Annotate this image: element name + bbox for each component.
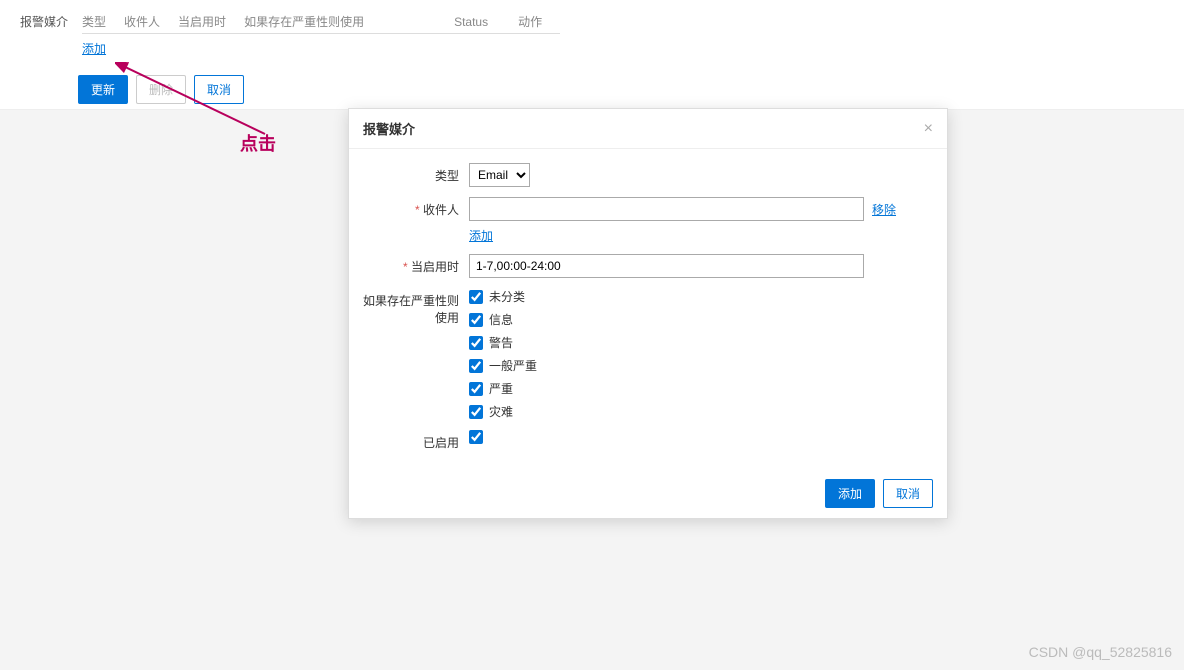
col-type: 类型 <box>82 10 124 34</box>
recipient-input[interactable] <box>469 197 864 221</box>
enabled-label: 已启用 <box>363 430 469 451</box>
modal-title: 报警媒介 <box>363 119 415 138</box>
type-label: 类型 <box>363 163 469 184</box>
modal-cancel-button[interactable]: 取消 <box>883 479 933 508</box>
delete-button: 删除 <box>136 75 186 104</box>
when-input[interactable] <box>469 254 864 278</box>
severity-text-5: 灾难 <box>489 403 513 420</box>
media-table: 类型 收件人 当启用时 如果存在严重性则使用 Status 动作 <box>82 10 560 34</box>
severity-cb-0[interactable] <box>469 290 483 304</box>
severity-label: 如果存在严重性则使用 <box>363 288 469 326</box>
severity-cb-4[interactable] <box>469 382 483 396</box>
watermark: CSDN @qq_52825816 <box>1029 644 1172 660</box>
severity-cb-3[interactable] <box>469 359 483 373</box>
enabled-checkbox[interactable] <box>469 430 483 444</box>
severity-text-4: 严重 <box>489 380 513 397</box>
col-when: 当启用时 <box>178 10 244 34</box>
severity-cb-5[interactable] <box>469 405 483 419</box>
recipient-label: 收件人 <box>363 197 469 218</box>
col-action: 动作 <box>518 10 560 34</box>
severity-text-1: 信息 <box>489 311 513 328</box>
media-config-panel: 报警媒介 类型 收件人 当启用时 如果存在严重性则使用 Status 动作 添加… <box>0 0 1184 110</box>
severity-text-3: 一般严重 <box>489 357 537 374</box>
close-icon[interactable]: × <box>924 120 933 138</box>
col-recipient: 收件人 <box>124 10 178 34</box>
col-severity: 如果存在严重性则使用 <box>244 10 454 34</box>
remove-recipient-link[interactable]: 移除 <box>872 201 896 218</box>
when-label: 当启用时 <box>363 254 469 275</box>
add-media-link[interactable]: 添加 <box>82 40 106 57</box>
col-status: Status <box>454 10 518 34</box>
section-label: 报警媒介 <box>20 10 68 30</box>
modal-add-button[interactable]: 添加 <box>825 479 875 508</box>
severity-cb-2[interactable] <box>469 336 483 350</box>
cancel-button[interactable]: 取消 <box>194 75 244 104</box>
severity-cb-1[interactable] <box>469 313 483 327</box>
severity-list: 未分类 信息 警告 一般严重 严重 灾难 <box>469 288 933 420</box>
media-modal: 报警媒介 × 类型 Email 收件人 移除 添加 当启用时 <box>348 108 948 519</box>
update-button[interactable]: 更新 <box>78 75 128 104</box>
severity-text-0: 未分类 <box>489 288 525 305</box>
add-recipient-link[interactable]: 添加 <box>469 229 493 243</box>
annotation-label: 点击 <box>240 130 276 156</box>
severity-text-2: 警告 <box>489 334 513 351</box>
type-select[interactable]: Email <box>469 163 530 187</box>
